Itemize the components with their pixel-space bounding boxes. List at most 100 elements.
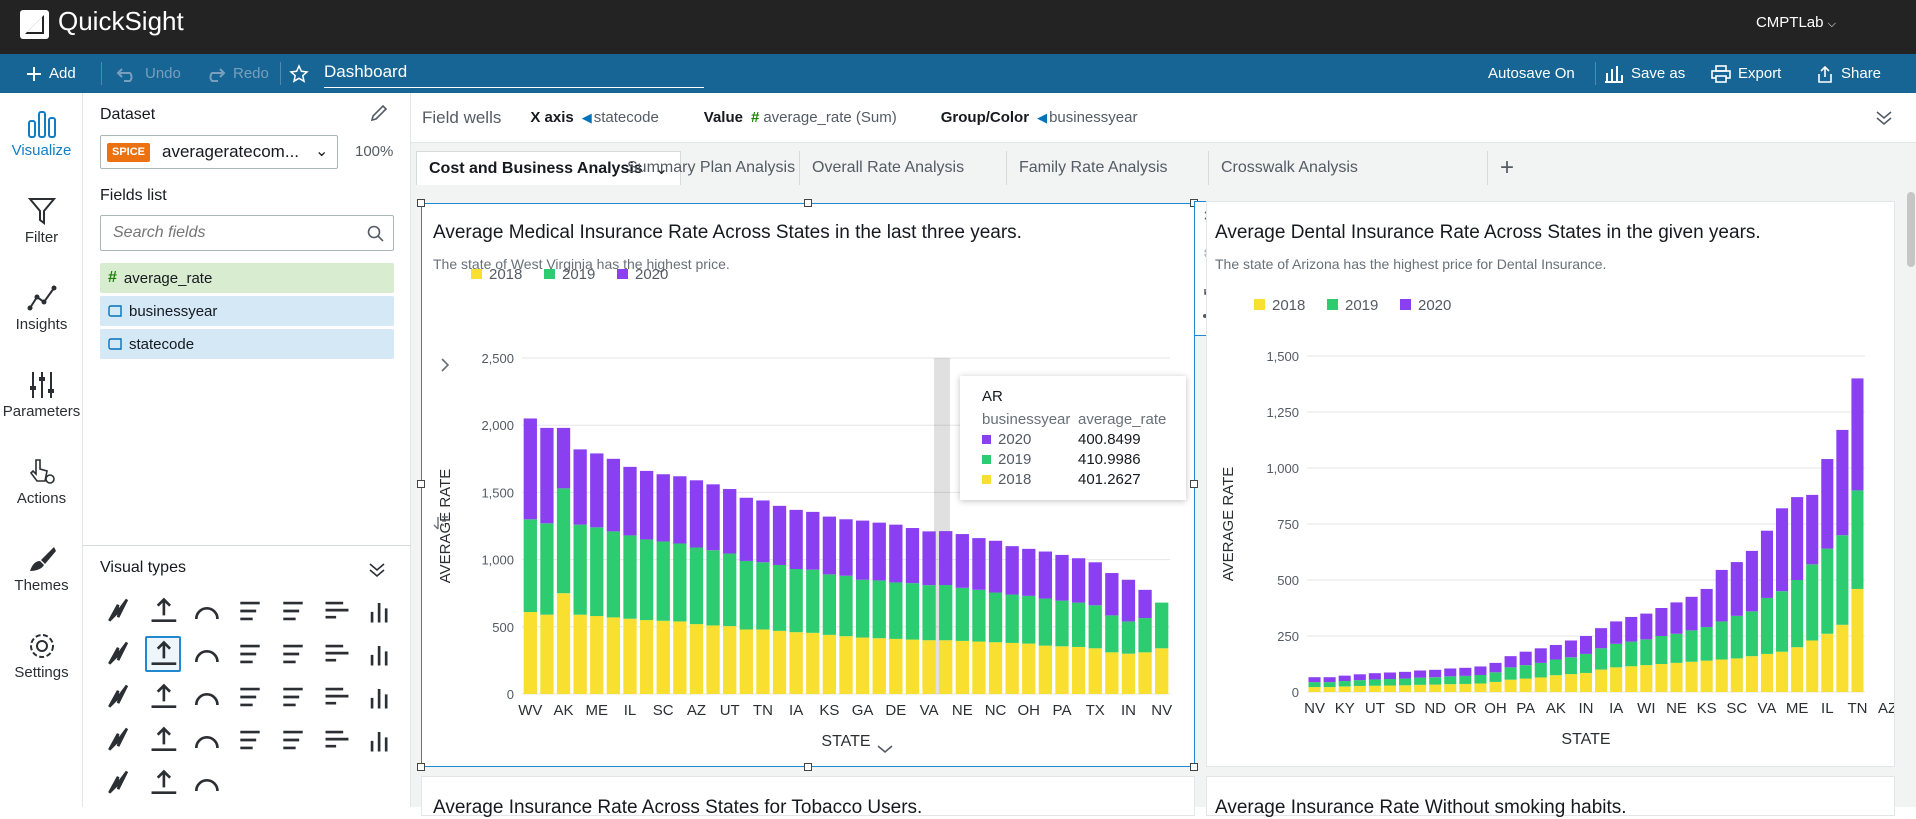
field-wells-bar[interactable]: Field wells X axis ◀ statecode Value # a… [411, 93, 1916, 143]
bar-segment-2018[interactable] [1640, 665, 1653, 692]
dental-chart[interactable]: 0 250 500 750 1,000 1,250 1,500 2018 2019 2020 NV K… [1207, 269, 1894, 766]
resize-handle[interactable] [417, 199, 425, 207]
bar-segment-2018[interactable] [1685, 661, 1698, 692]
rail-filter[interactable]: Filter [0, 196, 83, 246]
bar-segment-2020[interactable] [1519, 651, 1532, 666]
autosave-toggle[interactable]: Autosave On [1488, 54, 1575, 93]
bar-segment-2020[interactable] [756, 500, 770, 563]
bar-segment-2020[interactable] [922, 531, 936, 586]
bar-segment-2019[interactable] [523, 519, 537, 613]
bar-segment-2018[interactable] [590, 616, 604, 694]
bar-segment-2018[interactable] [1383, 685, 1396, 692]
bar-segment-2018[interactable] [839, 636, 853, 694]
bar-segment-2020[interactable] [523, 418, 537, 520]
combo-line-2-visual-type-icon[interactable] [145, 679, 181, 715]
bar-segment-2019[interactable] [1323, 682, 1336, 688]
heat-map-visual-type-icon[interactable] [275, 679, 311, 715]
bar-segment-2018[interactable] [1836, 624, 1849, 692]
bar-segment-2020[interactable] [1504, 656, 1517, 668]
bar-segment-2018[interactable] [689, 624, 704, 694]
bar-segment-2019[interactable] [1625, 641, 1638, 667]
bar-segment-2019[interactable] [1105, 615, 1119, 653]
add-sheet-button[interactable]: + [1487, 151, 1526, 185]
bar-segment-2019[interactable] [1791, 580, 1804, 648]
gauge-visual-type-icon[interactable] [188, 593, 224, 629]
bar-segment-2018[interactable] [1414, 684, 1427, 692]
bar-segment-2019[interactable] [1700, 627, 1713, 661]
bar-segment-2018[interactable] [939, 640, 953, 694]
bar-segment-2019[interactable] [1760, 597, 1774, 654]
geo-filled-visual-type-icon[interactable] [319, 722, 355, 758]
bar-segment-2019[interactable] [1595, 648, 1608, 670]
bar-segment-2018[interactable] [1489, 681, 1502, 692]
bar-segment-2018[interactable] [1821, 633, 1834, 692]
bar-segment-2020[interactable] [540, 427, 554, 524]
v-bar-100-visual-type-icon[interactable] [232, 636, 268, 672]
bar-segment-2018[interactable] [723, 626, 737, 694]
bar-segment-2019[interactable] [1138, 618, 1152, 653]
bar-segment-2019[interactable] [1338, 681, 1351, 687]
bar-segment-2020[interactable] [1806, 494, 1819, 565]
rail-settings[interactable]: Settings [0, 631, 83, 681]
bar-segment-2018[interactable] [623, 618, 637, 694]
bar-segment-2020[interactable] [639, 470, 654, 540]
bar-segment-2018[interactable] [1534, 677, 1547, 692]
bar-segment-2020[interactable] [1489, 662, 1502, 673]
bar-segment-2018[interactable] [1851, 588, 1864, 692]
bar-segment-2020[interactable] [1685, 596, 1698, 631]
bar-segment-2020[interactable] [1383, 672, 1396, 680]
bar-segment-2018[interactable] [1121, 653, 1136, 694]
bar-segment-2019[interactable] [1715, 621, 1728, 660]
bar-segment-2020[interactable] [872, 522, 886, 581]
bar-segment-2019[interactable] [1610, 643, 1623, 668]
bar-segment-2020[interactable] [1071, 558, 1086, 603]
bar-segment-2018[interactable] [1700, 660, 1713, 692]
resize-handle[interactable] [804, 199, 812, 207]
bar-segment-2019[interactable] [1368, 679, 1381, 686]
bar-segment-2019[interactable] [673, 543, 687, 622]
bar-segment-2020[interactable] [1670, 602, 1683, 634]
bar-segment-2020[interactable] [1022, 548, 1036, 596]
bar-segment-2020[interactable] [1308, 677, 1321, 683]
bar-segment-2018[interactable] [1715, 659, 1728, 692]
bar-segment-2019[interactable] [939, 585, 953, 641]
well-value[interactable]: statecode [594, 109, 659, 126]
bar-segment-2018[interactable] [806, 632, 820, 694]
bar-segment-2018[interactable] [756, 629, 770, 694]
bar-segment-2019[interactable] [855, 579, 870, 638]
bar-segment-2018[interactable] [556, 593, 571, 694]
bar-segment-2019[interactable] [1519, 665, 1532, 679]
bar-segment-2019[interactable] [1730, 615, 1743, 659]
sankey-visual-type-icon[interactable] [275, 722, 311, 758]
bar-segment-2020[interactable] [839, 519, 853, 576]
bar-segment-2018[interactable] [988, 642, 1003, 694]
account-menu[interactable]: CMPTLab ⌵ [1756, 14, 1836, 31]
bar-segment-2020[interactable] [939, 531, 953, 586]
v-bar-stacked-visual-type-icon[interactable] [144, 636, 181, 672]
bar-segment-2020[interactable] [806, 511, 820, 570]
dashboard-name-input[interactable]: Dashboard [324, 62, 704, 88]
bar-segment-2020[interactable] [1851, 378, 1864, 491]
bar-segment-2019[interactable] [1745, 611, 1758, 657]
bar-segment-2018[interactable] [1022, 643, 1036, 694]
bar-segment-2019[interactable] [1474, 674, 1487, 684]
funnel-visual-type-icon[interactable] [232, 722, 268, 758]
bar-segment-2020[interactable] [822, 516, 837, 575]
bar-segment-2019[interactable] [639, 539, 654, 621]
bar-segment-2018[interactable] [1055, 646, 1069, 694]
bar-segment-2018[interactable] [1610, 667, 1623, 692]
bar-segment-2019[interactable] [756, 562, 770, 630]
bar-segment-2018[interactable] [905, 639, 920, 694]
tab-overall-rate-analysis[interactable]: Overall Rate Analysis [799, 151, 976, 185]
bar-segment-2020[interactable] [689, 480, 704, 548]
bar-segment-2018[interactable] [1155, 648, 1169, 694]
bar-segment-2018[interactable] [1353, 685, 1366, 692]
bar-segment-2020[interactable] [1715, 569, 1728, 622]
visual-card-dental[interactable]: Average Dental Insurance Rate Across Sta… [1206, 201, 1895, 767]
bar-segment-2018[interactable] [1429, 684, 1442, 692]
bar-segment-2018[interactable] [1338, 686, 1351, 692]
bar-segment-2018[interactable] [1138, 652, 1152, 694]
autograph-visual-type-icon[interactable] [101, 593, 137, 629]
v-bar-visual-type-icon[interactable] [362, 593, 398, 629]
bar-segment-2020[interactable] [1791, 497, 1804, 580]
